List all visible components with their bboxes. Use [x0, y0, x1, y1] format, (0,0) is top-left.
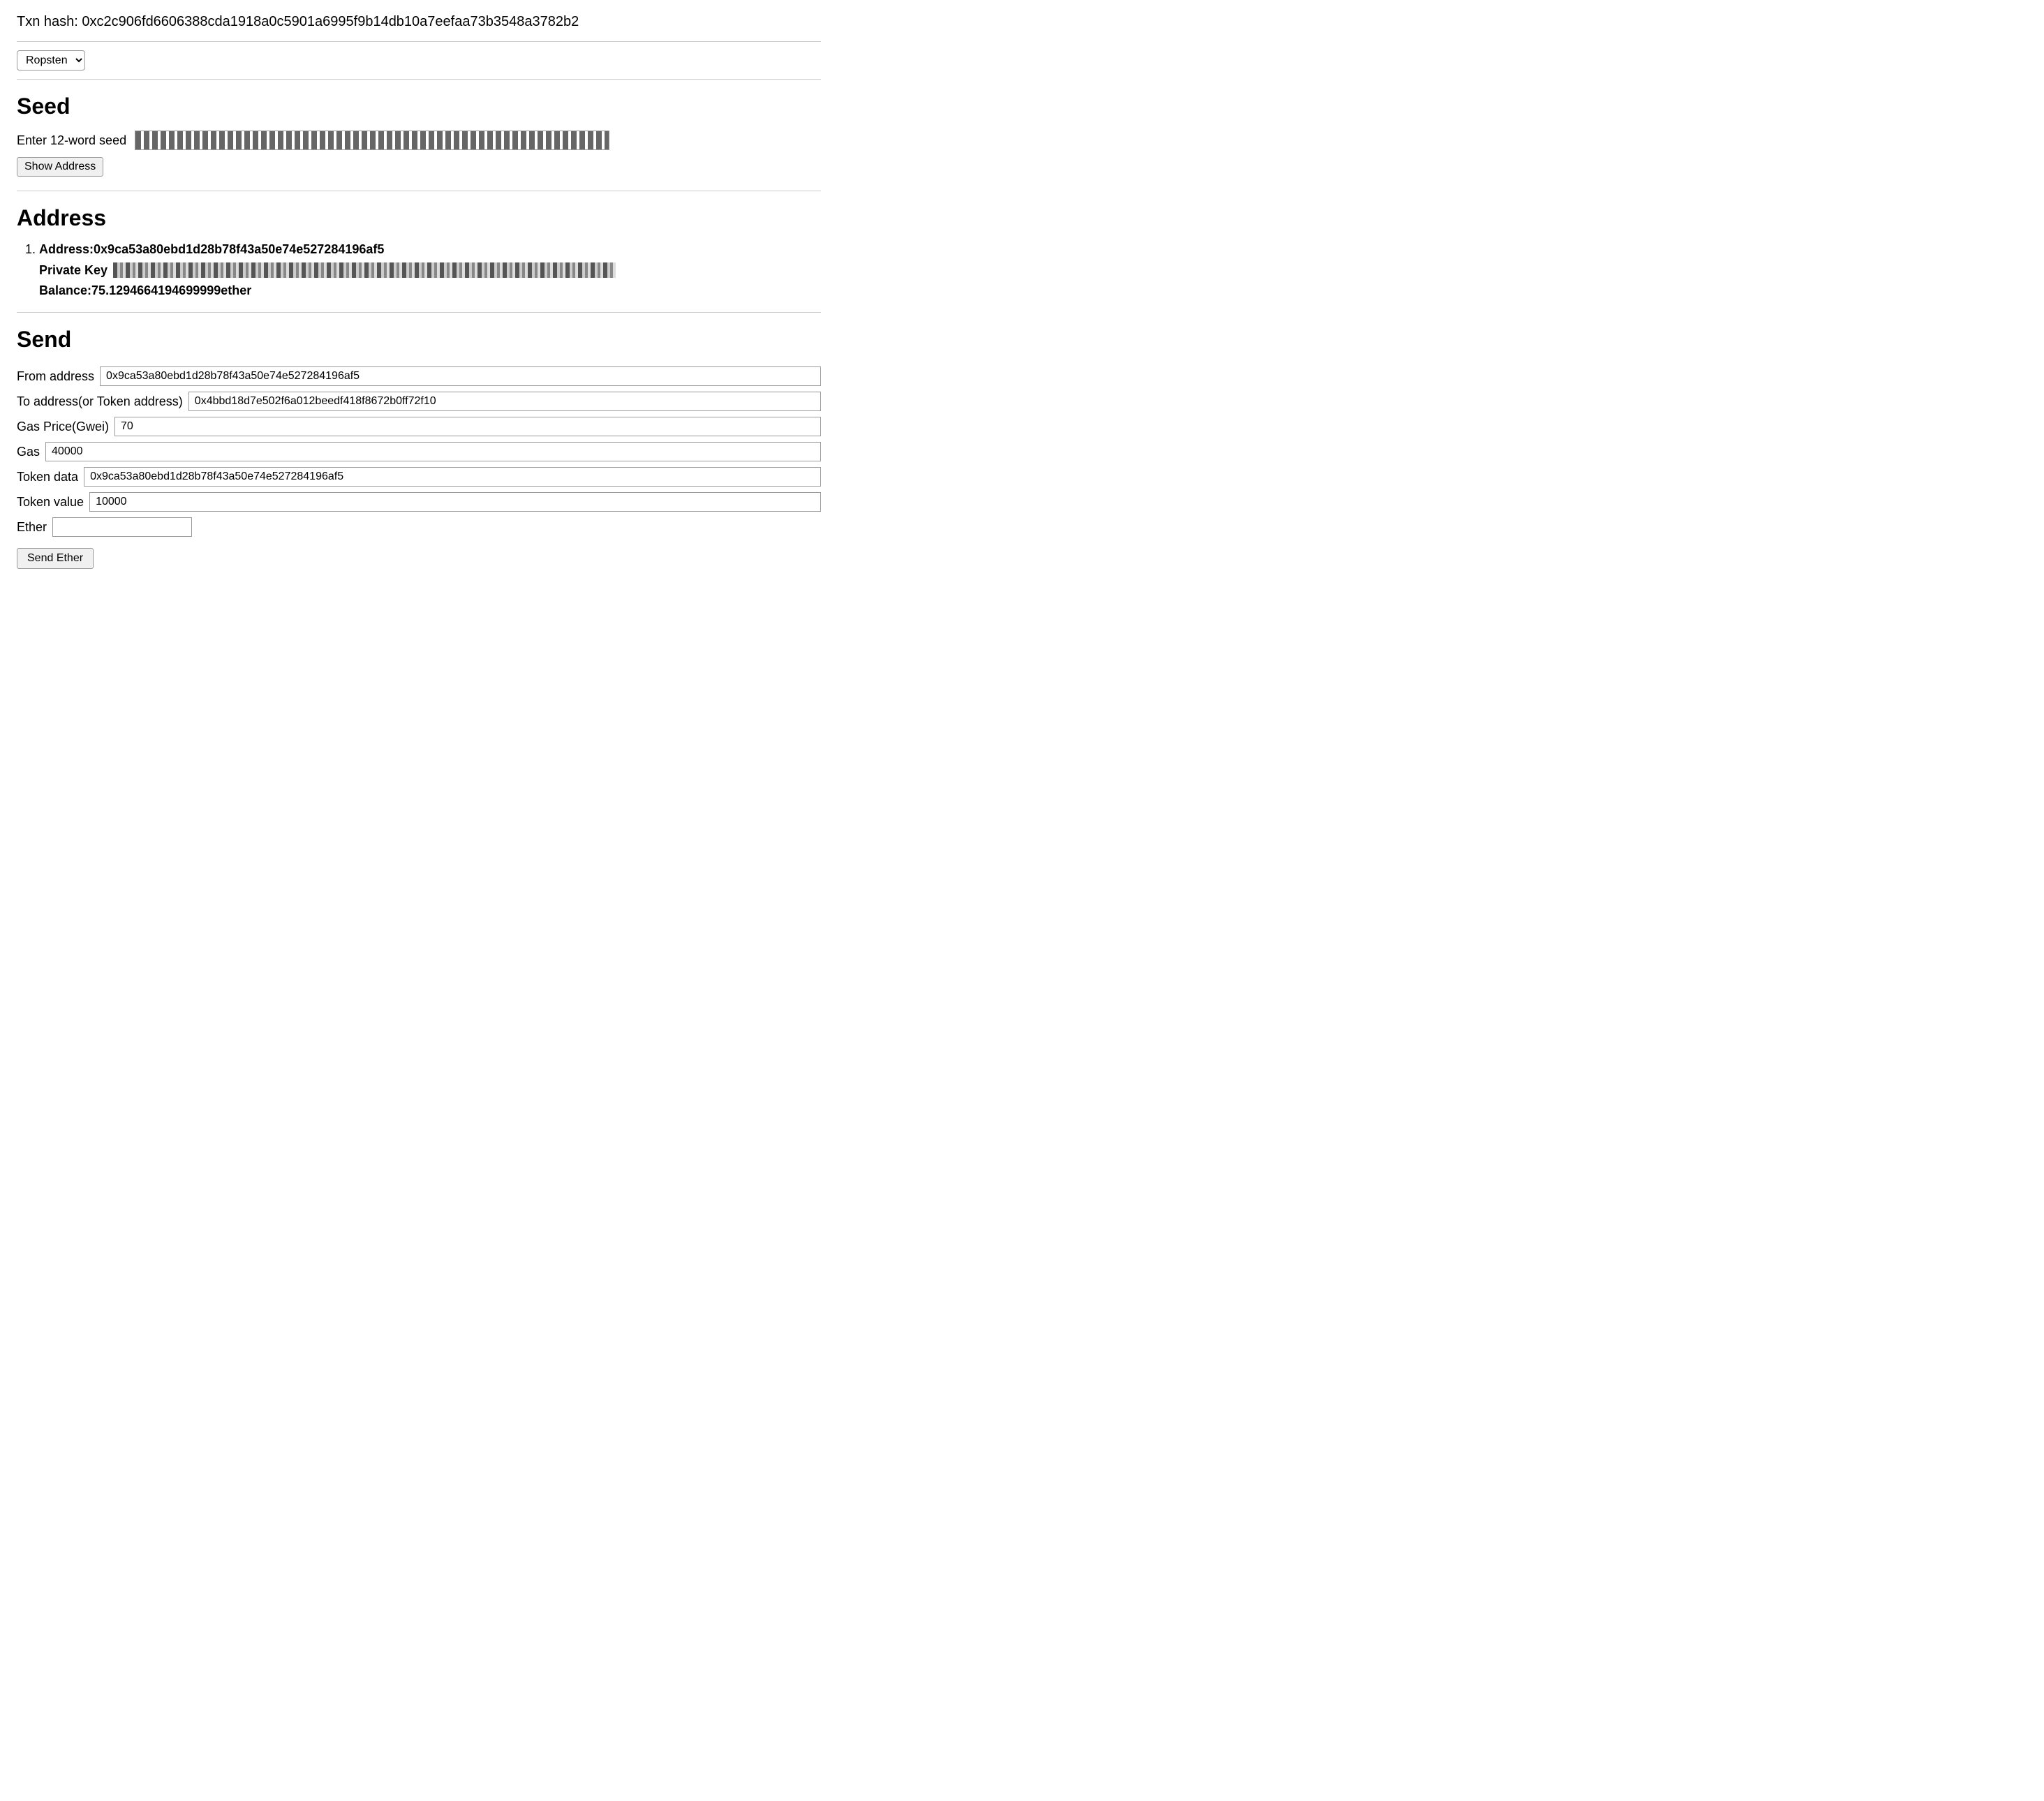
to-address-row: To address(or Token address): [17, 392, 821, 411]
txn-hash-value: 0xc2c906fd6606388cda1918a0c5901a6995f9b1…: [82, 14, 579, 29]
gas-label: Gas: [17, 445, 40, 459]
address-section: Address Address:0x9ca53a80ebd1d28b78f43a…: [17, 205, 821, 298]
address-title: Address: [17, 205, 821, 231]
to-address-input[interactable]: [188, 392, 821, 411]
token-value-input[interactable]: [89, 492, 821, 512]
seed-label: Enter 12-word seed: [17, 133, 126, 148]
txn-hash: Txn hash: 0xc2c906fd6606388cda1918a0c590…: [17, 14, 821, 30]
show-address-button[interactable]: Show Address: [17, 157, 103, 177]
private-key-label: Private Key: [39, 263, 108, 278]
balance-line: Balance:75.1294664194699999ether: [39, 283, 821, 298]
ether-row: Ether: [17, 517, 821, 537]
address-item-label: Address:: [39, 242, 94, 256]
send-section: Send From address To address(or Token ad…: [17, 327, 821, 569]
divider-2: [17, 79, 821, 80]
token-data-label: Token data: [17, 470, 78, 484]
gas-input[interactable]: [45, 442, 821, 461]
network-selector-wrapper: Ropsten Mainnet Kovan Rinkeby: [17, 50, 821, 71]
from-address-row: From address: [17, 366, 821, 386]
token-data-input[interactable]: [84, 467, 821, 487]
balance-value: 75.1294664194699999ether: [91, 283, 251, 297]
ether-label: Ether: [17, 520, 47, 535]
seed-title: Seed: [17, 94, 821, 119]
gas-price-row: Gas Price(Gwei): [17, 417, 821, 436]
gas-price-input[interactable]: [114, 417, 821, 436]
send-title: Send: [17, 327, 821, 353]
address-line: Address:0x9ca53a80ebd1d28b78f43a50e74e52…: [39, 242, 821, 257]
seed-input[interactable]: [135, 131, 609, 150]
ether-input[interactable]: [52, 517, 192, 537]
send-ether-button[interactable]: Send Ether: [17, 548, 94, 569]
from-address-label: From address: [17, 369, 94, 384]
txn-hash-label: Txn hash:: [17, 14, 78, 29]
network-select[interactable]: Ropsten Mainnet Kovan Rinkeby: [17, 50, 85, 71]
address-item-1: Address:0x9ca53a80ebd1d28b78f43a50e74e52…: [39, 242, 821, 298]
to-address-label: To address(or Token address): [17, 394, 183, 409]
address-item-value: 0x9ca53a80ebd1d28b78f43a50e74e527284196a…: [94, 242, 384, 256]
divider-1: [17, 41, 821, 42]
seed-section: Seed Enter 12-word seed Show Address: [17, 94, 821, 177]
private-key-blur: [113, 262, 616, 278]
token-value-label: Token value: [17, 495, 84, 510]
gas-price-label: Gas Price(Gwei): [17, 420, 109, 434]
divider-4: [17, 312, 821, 313]
address-list: Address:0x9ca53a80ebd1d28b78f43a50e74e52…: [17, 242, 821, 298]
token-data-row: Token data: [17, 467, 821, 487]
balance-label: Balance:: [39, 283, 91, 297]
token-value-row: Token value: [17, 492, 821, 512]
private-key-line: Private Key: [39, 262, 821, 278]
seed-row: Enter 12-word seed: [17, 131, 821, 150]
gas-row: Gas: [17, 442, 821, 461]
from-address-input[interactable]: [100, 366, 821, 386]
